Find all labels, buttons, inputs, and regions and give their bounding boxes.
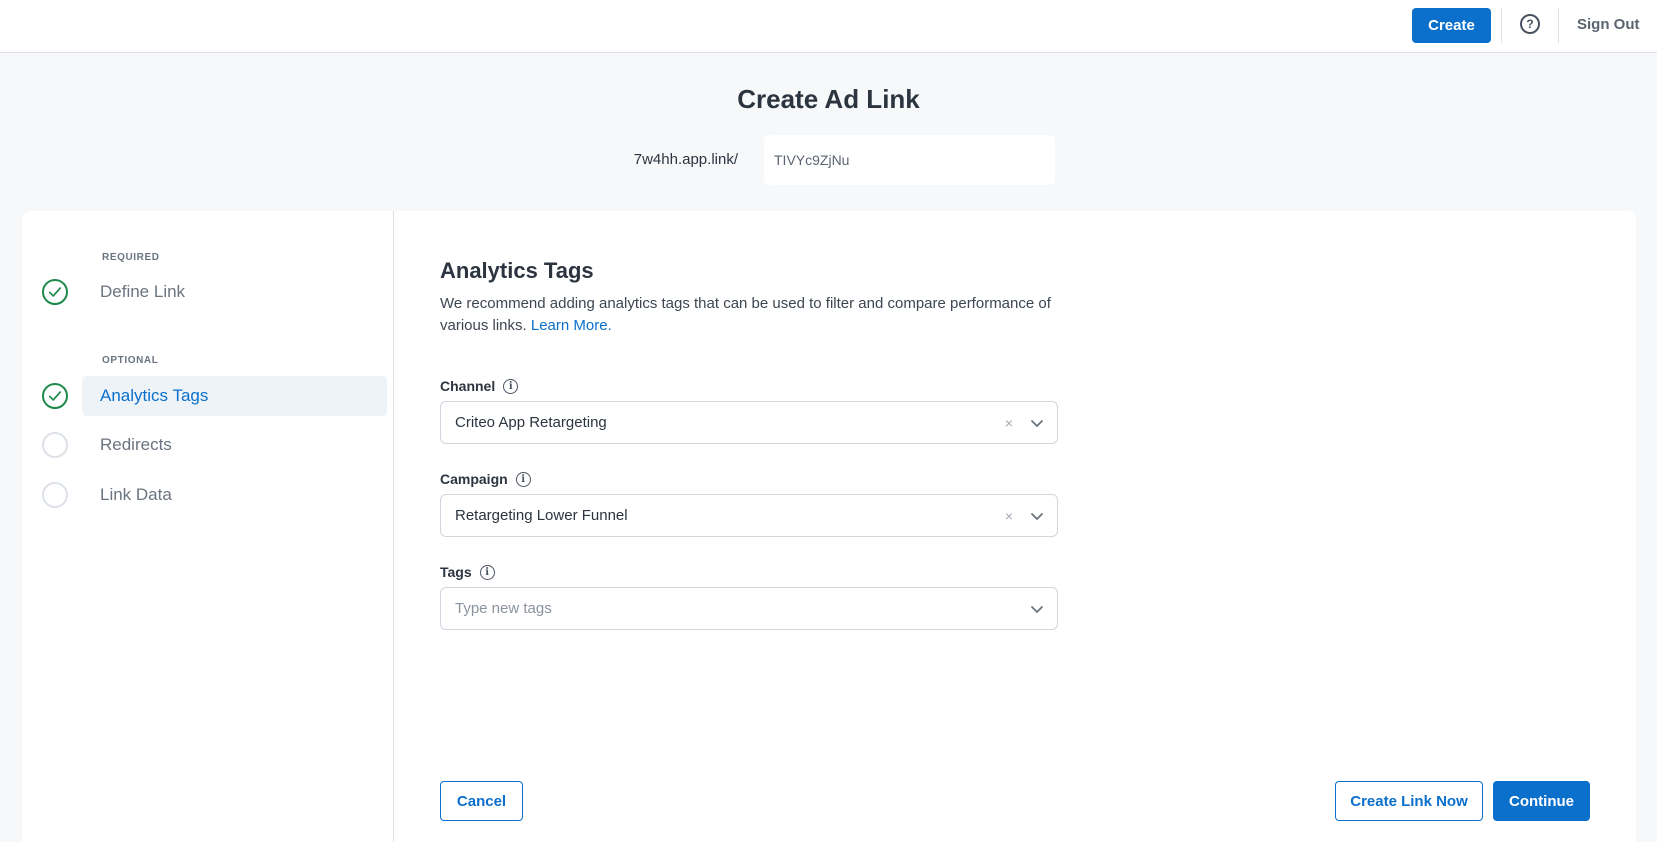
channel-label: Channel i	[440, 378, 519, 394]
channel-label-text: Channel	[440, 378, 496, 394]
create-link-now-button[interactable]: Create Link Now	[1335, 781, 1483, 821]
tags-placeholder: Type new tags	[455, 600, 552, 617]
info-icon[interactable]: i	[479, 564, 495, 580]
page-title: Create Ad Link	[737, 84, 920, 114]
tags-label-text: Tags	[440, 564, 472, 580]
check-circle-icon	[42, 383, 68, 409]
check-circle-icon	[42, 279, 68, 305]
divider	[1558, 8, 1559, 43]
step-label: Define Link	[100, 282, 186, 301]
step-link-data[interactable]: Link Data	[42, 475, 387, 515]
learn-more-link[interactable]: Learn More.	[531, 317, 612, 334]
step-label: Redirects	[100, 435, 172, 454]
empty-circle-icon	[42, 482, 68, 508]
campaign-value: Retargeting Lower Funnel	[455, 507, 628, 524]
channel-select[interactable]: Criteo App Retargeting ×	[440, 401, 1058, 444]
channel-value: Criteo App Retargeting	[455, 414, 607, 431]
clear-icon[interactable]: ×	[1005, 508, 1013, 524]
sign-out-link[interactable]: Sign Out	[1577, 16, 1640, 33]
required-section-label: REQUIRED	[102, 252, 160, 263]
cancel-button[interactable]: Cancel	[440, 781, 523, 821]
help-icon[interactable]: ?	[1520, 14, 1540, 34]
step-redirects[interactable]: Redirects	[42, 425, 387, 465]
section-title: Analytics Tags	[440, 258, 594, 283]
campaign-label: Campaign i	[440, 471, 531, 487]
campaign-label-text: Campaign	[440, 471, 508, 487]
tags-select[interactable]: Type new tags	[440, 587, 1058, 630]
step-label: Analytics Tags	[100, 386, 209, 405]
info-icon[interactable]: i	[503, 378, 519, 394]
optional-section-label: OPTIONAL	[102, 355, 159, 366]
continue-button[interactable]: Continue	[1493, 781, 1590, 821]
chevron-down-icon[interactable]	[1029, 415, 1045, 431]
steps-sidebar: REQUIRED Define Link OPTIONAL Analytics …	[22, 211, 394, 842]
chevron-down-icon[interactable]	[1029, 601, 1045, 617]
empty-circle-icon	[42, 432, 68, 458]
clear-icon[interactable]: ×	[1005, 415, 1013, 431]
link-alias-input[interactable]	[764, 135, 1055, 185]
main-card: REQUIRED Define Link OPTIONAL Analytics …	[22, 211, 1636, 842]
divider	[1501, 8, 1502, 43]
info-icon[interactable]: i	[515, 471, 531, 487]
campaign-select[interactable]: Retargeting Lower Funnel ×	[440, 494, 1058, 537]
tags-label: Tags i	[440, 564, 495, 580]
chevron-down-icon[interactable]	[1029, 508, 1045, 524]
step-label: Link Data	[100, 485, 172, 504]
top-bar: Create ? Sign Out	[0, 0, 1657, 53]
step-analytics-tags[interactable]: Analytics Tags	[42, 376, 387, 416]
section-description: We recommend adding analytics tags that …	[440, 293, 1060, 337]
domain-prefix: 7w4hh.app.link/	[633, 151, 738, 168]
step-define-link[interactable]: Define Link	[42, 272, 387, 312]
create-button[interactable]: Create	[1412, 8, 1491, 43]
